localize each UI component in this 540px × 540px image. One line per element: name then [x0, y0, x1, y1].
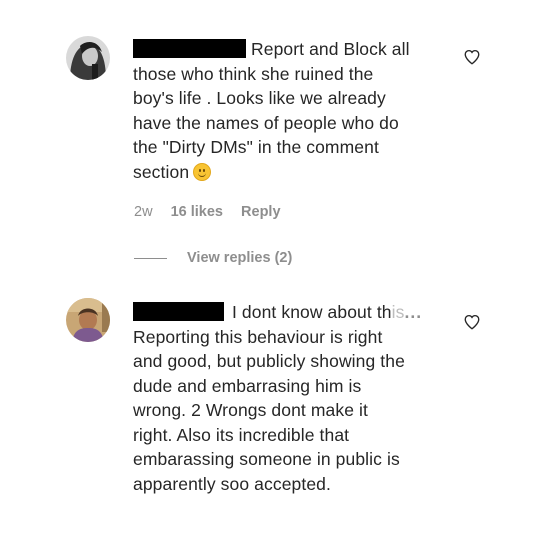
redacted-username	[133, 39, 246, 58]
comment-meta: 2w 16 likes Reply	[134, 204, 295, 220]
comment-line: Report and Block all	[133, 37, 448, 62]
comment-line: section	[133, 160, 448, 185]
view-replies-label: View replies (2)	[187, 250, 293, 266]
comment-line: I dont know about this...	[133, 300, 449, 325]
likes-count[interactable]: 16 likes	[171, 204, 223, 220]
comment-line: Reporting this behaviour is right	[133, 326, 383, 347]
comment-line: the "Dirty DMs" in the comment	[133, 137, 379, 157]
comment-text: Report and Block all those who think she…	[133, 37, 448, 184]
comment-line: have the names of people who do	[133, 112, 399, 133]
view-replies-button[interactable]: View replies (2)	[134, 250, 292, 266]
truncated-text: is	[391, 302, 405, 322]
comment-line: apparently soo accepted.	[133, 473, 331, 494]
avatar-image	[66, 298, 110, 342]
comment-line: dude and embarrasing him is	[133, 375, 362, 396]
avatar[interactable]	[66, 298, 110, 342]
comment-line: those who think she ruined the	[133, 63, 374, 84]
like-heart-icon[interactable]	[463, 48, 481, 66]
reply-button[interactable]: Reply	[241, 204, 281, 220]
redacted-username	[133, 302, 224, 321]
comment-line: and good, but publicly showing the	[133, 351, 405, 371]
avatar[interactable]	[66, 36, 110, 80]
comment-line: wrong. 2 Wrongs dont make it	[133, 400, 368, 420]
comment-line: boy's life . Looks like we already	[133, 88, 386, 108]
divider-dash	[134, 257, 167, 259]
more-ellipsis[interactable]: ...	[404, 302, 422, 322]
avatar-image	[66, 36, 110, 80]
smiling-face-emoji-icon	[193, 162, 212, 181]
comment-line: right. Also its incredible that	[133, 424, 350, 445]
comment-line: embarassing someone in public is	[133, 449, 400, 469]
comment-text: I dont know about this... Reporting this…	[133, 300, 449, 496]
comment-time: 2w	[134, 204, 153, 220]
like-heart-icon[interactable]	[463, 313, 481, 331]
